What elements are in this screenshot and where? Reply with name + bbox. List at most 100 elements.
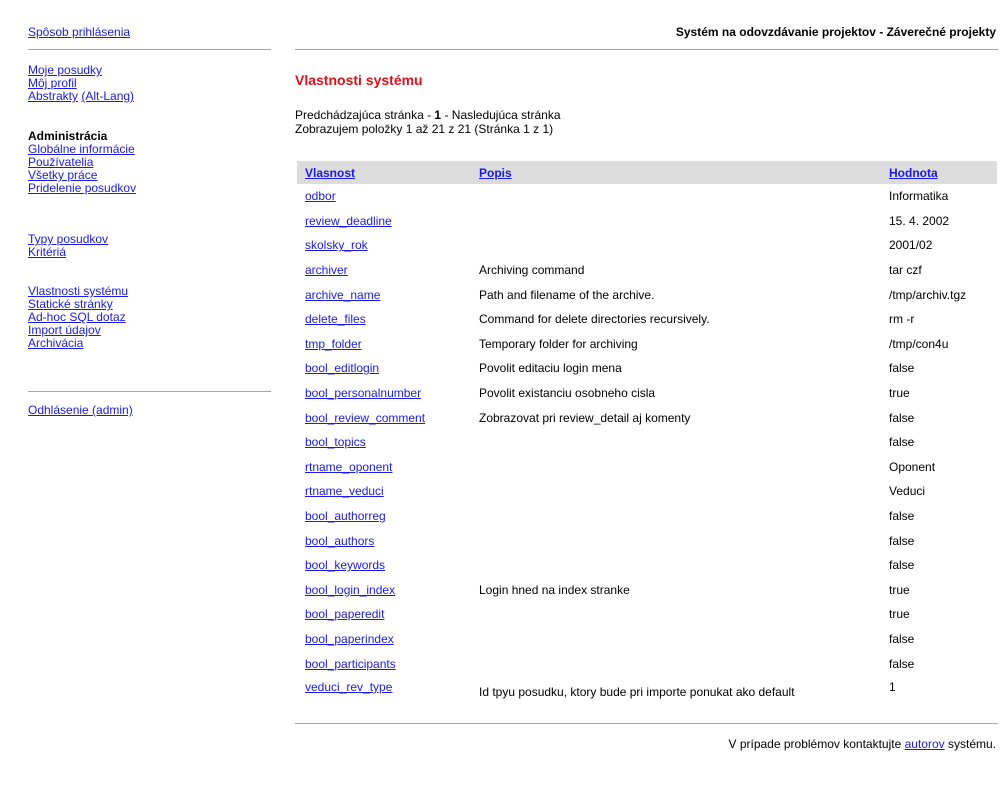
sort-by-name-link[interactable]: Vlasnost [305,166,355,180]
property-description [471,455,881,480]
property-name-link[interactable]: bool_authorreg [305,509,386,523]
property-name-link[interactable]: bool_login_index [305,583,395,597]
table-row: bool_editlogin Povolit editaciu login men… [297,356,997,381]
sidebar: Spôsob prihlásenia Moje posudky Môj prof… [0,0,283,793]
property-description: Archiving command [479,263,585,278]
table-row: bool_review_comment Zobrazovat pri review… [297,405,997,430]
property-description [471,430,881,455]
property-name-link[interactable]: rtname_oponent [305,460,392,474]
sidebar-item-criteria[interactable]: Kritériá [28,246,273,259]
table-row: veduci_rev_type Id tpyu posudku, ktory bu… [297,676,997,709]
sidebar-logout-group: Odhlásenie (admin) [28,404,273,417]
property-name-link[interactable]: delete_files [305,312,366,326]
sidebar-item-archive[interactable]: Archivácia [28,337,273,350]
property-name-link[interactable]: odbor [305,189,336,203]
property-value: true [889,582,910,597]
property-name-link[interactable]: bool_personalnumber [305,386,421,400]
column-header-value: Hodnota [881,161,997,184]
property-description: Command for delete directories recursive… [479,312,710,327]
authors-link[interactable]: autorov [905,737,945,751]
sidebar-user-group: Moje posudky Môj profil Abstrakty (Alt-L… [28,64,273,103]
property-name-link[interactable]: archiver [305,263,348,277]
property-description [471,651,881,676]
sidebar-item-assign-reviews[interactable]: Pridelenie posudkov [28,182,273,195]
property-value: 1 [889,679,896,694]
sidebar-item-abstracts[interactable]: Abstrakty [28,89,78,103]
table-row: archive_name Path and filename of the arc… [297,282,997,307]
table-row: bool_paperindex false [297,627,997,652]
sidebar-admin-group: Administrácia Globálne informácie Použív… [28,130,273,195]
property-name-link[interactable]: bool_keywords [305,558,385,572]
property-name-link[interactable]: tmp_folder [305,337,362,351]
property-name-link[interactable]: bool_paperindex [305,632,394,646]
property-description [471,233,881,258]
sidebar-review-group: Typy posudkov Kritériá [28,233,273,259]
property-description [471,209,881,234]
property-name-link[interactable]: veduci_rev_type [305,680,392,694]
table-row: delete_files Command for delete directori… [297,307,997,332]
sidebar-item-abstracts-alt-lang[interactable]: (Alt-Lang) [81,89,134,103]
sidebar-divider [28,391,271,392]
property-value: true [889,607,910,622]
property-name-link[interactable]: bool_review_comment [305,411,425,425]
sort-by-desc-link[interactable]: Popis [479,166,512,180]
pager-separator: - [441,108,452,122]
property-value: false [889,558,915,573]
property-description: Povolit editaciu login mena [479,361,622,376]
property-name-link[interactable]: skolsky_rok [305,238,368,252]
property-name-link[interactable]: bool_topics [305,435,366,449]
property-value: false [889,533,915,548]
abstracts-line: Abstrakty (Alt-Lang) [28,90,273,103]
footer-contact: V prípade problémov kontaktujte autorov … [728,737,996,751]
table-row: bool_authorreg false [297,504,997,529]
property-name-link[interactable]: review_deadline [305,214,392,228]
table-header-row: Vlasnost Popis Hodnota [297,161,997,184]
table-row: bool_personalnumber Povolit existanciu os… [297,381,997,406]
header-divider [295,49,998,50]
sort-by-value-link[interactable]: Hodnota [889,166,938,180]
table-row: bool_keywords false [297,553,997,578]
pager-nav: Predchádzajúca stránka - 1 - Nasledujúca… [295,108,561,122]
pager-separator: - [423,108,435,122]
pager: Predchádzajúca stránka - 1 - Nasledujúca… [295,108,561,136]
property-value: 15. 4. 2002 [889,213,950,228]
pager-summary: Zobrazujem položky 1 až 21 z 21 (Stránka… [295,122,554,136]
property-description: Id tpyu posudku, ktory bude pri importe … [479,685,795,700]
footer-divider [295,723,998,724]
property-value: Veduci [889,484,926,499]
property-description [471,627,881,652]
property-description [471,504,881,529]
property-value: Oponent [889,459,936,474]
logout-link[interactable]: Odhlásenie (admin) [28,404,273,417]
property-value: /tmp/archiv.tgz [889,287,967,302]
properties-table: Vlasnost Popis Hodnota odbor Informatika … [297,161,997,708]
property-value: rm -r [889,312,915,327]
property-description [471,184,881,209]
property-value: /tmp/con4u [889,336,949,351]
property-name-link[interactable]: bool_participants [305,657,396,671]
property-value: tar czf [889,263,922,278]
property-description [471,602,881,627]
table-row: bool_topics false [297,430,997,455]
sidebar-divider [28,49,271,50]
property-description: Login hned na index stranke [479,582,630,597]
property-description [471,479,881,504]
table-row: rtname_veduci Veduci [297,479,997,504]
property-name-link[interactable]: rtname_veduci [305,484,384,498]
property-value: false [889,509,915,524]
property-description [471,528,881,553]
property-name-link[interactable]: bool_editlogin [305,361,379,375]
table-row: skolsky_rok 2001/02 [297,233,997,258]
property-name-link[interactable]: bool_authors [305,534,374,548]
login-method-link[interactable]: Spôsob prihlásenia [28,26,273,39]
table-row: tmp_folder Temporary folder for archiving… [297,332,997,357]
property-value: false [889,435,915,450]
property-value: false [889,631,915,646]
property-value: true [889,386,910,401]
property-value: false [889,656,915,671]
property-name-link[interactable]: archive_name [305,288,380,302]
property-name-link[interactable]: bool_paperedit [305,607,384,621]
table-row: archiver Archiving command tar czf [297,258,997,283]
column-header-name: Vlasnost [297,161,471,184]
table-row: odbor Informatika [297,184,997,209]
